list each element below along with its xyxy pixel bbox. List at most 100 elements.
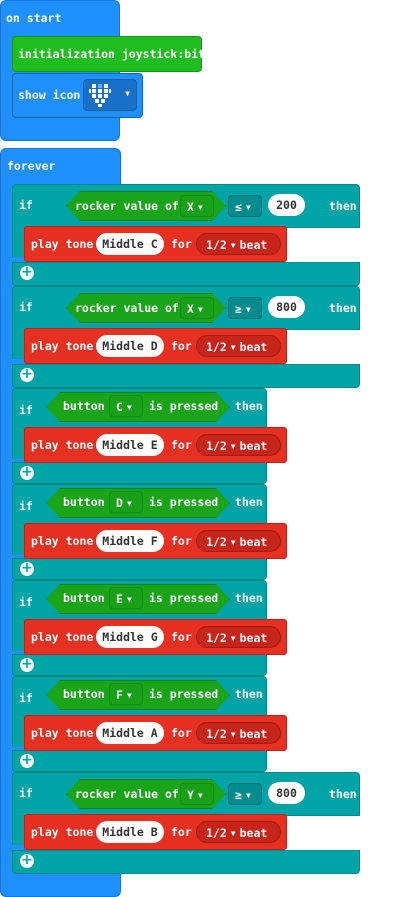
if-block-footer: [12, 654, 267, 676]
button-value: E: [116, 592, 123, 606]
button-value: C: [116, 400, 123, 414]
chevron-down-icon: ▼: [126, 499, 132, 508]
play-tone-label: play tone: [31, 438, 94, 452]
operator-value: ≤: [235, 200, 242, 214]
beat-value: 1/2: [206, 340, 227, 354]
beat-dropdown[interactable]: 1/2 ▼ beat: [196, 821, 281, 843]
if-block-footer: [12, 558, 267, 580]
if-label: if: [19, 691, 33, 705]
chevron-down-icon: ▼: [245, 791, 251, 800]
if-block-arm: [12, 719, 24, 747]
note-input[interactable]: Middle B: [96, 821, 164, 843]
play-tone-label: play tone: [31, 339, 94, 353]
button-label: button: [63, 591, 105, 605]
beat-dropdown[interactable]: 1/2 ▼ beat: [196, 434, 281, 456]
threshold-input[interactable]: 200: [268, 194, 305, 216]
threshold-input[interactable]: 800: [268, 782, 305, 804]
chevron-down-icon: ▼: [126, 403, 132, 412]
if-block-arm: [12, 431, 24, 459]
beat-value: 1/2: [206, 535, 227, 549]
button-dropdown[interactable]: D ▼: [109, 491, 143, 513]
add-else-icon[interactable]: +: [20, 657, 34, 672]
is-pressed-label: is pressed: [149, 399, 219, 413]
add-else-icon[interactable]: +: [20, 465, 34, 480]
icon-picker[interactable]: ▼: [83, 79, 137, 111]
for-label: for: [171, 339, 192, 353]
init-joystick-label: initialization joystick:bit: [18, 47, 205, 61]
rocker-value-label: rocker value of: [75, 787, 179, 801]
if-label: if: [19, 499, 33, 513]
then-label: then: [235, 399, 263, 413]
show-icon-label: show icon: [18, 88, 81, 102]
operator-dropdown[interactable]: ≤ ▼: [228, 195, 262, 217]
beat-value: 1/2: [206, 727, 227, 741]
beat-dropdown[interactable]: 1/2 ▼ beat: [196, 530, 281, 552]
chevron-down-icon: ▼: [230, 442, 236, 451]
rocker-value-label: rocker value of: [75, 199, 179, 213]
add-else-icon[interactable]: +: [20, 753, 34, 768]
operator-dropdown[interactable]: ≥ ▼: [228, 297, 262, 319]
button-dropdown[interactable]: F ▼: [109, 683, 143, 705]
operator-dropdown[interactable]: ≥ ▼: [228, 783, 262, 805]
note-input[interactable]: Middle D: [96, 335, 164, 357]
threshold-input[interactable]: 800: [268, 296, 305, 318]
rocker-value-label: rocker value of: [75, 301, 179, 315]
chevron-down-icon: ▼: [197, 305, 203, 314]
chevron-down-icon: ▼: [230, 730, 236, 739]
beat-unit: beat: [239, 826, 268, 840]
chevron-down-icon: ▼: [230, 241, 236, 250]
if-label: if: [19, 786, 33, 800]
if-block-arm: [12, 527, 24, 555]
add-else-icon[interactable]: +: [20, 561, 34, 576]
axis-dropdown[interactable]: X ▼: [180, 297, 214, 319]
button-label: button: [63, 687, 105, 701]
note-input[interactable]: Middle E: [96, 434, 164, 456]
is-pressed-label: is pressed: [149, 495, 219, 509]
chevron-down-icon: ▼: [197, 203, 203, 212]
note-input[interactable]: Middle C: [96, 233, 164, 255]
axis-value: Y: [187, 788, 194, 802]
chevron-down-icon: ▼: [230, 634, 236, 643]
then-label: then: [329, 199, 357, 213]
forever-label: forever: [7, 159, 56, 173]
button-dropdown[interactable]: C ▼: [109, 395, 143, 417]
if-block-arm: [12, 623, 24, 651]
beat-dropdown[interactable]: 1/2 ▼ beat: [196, 233, 281, 255]
for-label: for: [171, 438, 192, 452]
chevron-down-icon: ▼: [126, 691, 132, 700]
if-block-arm: [12, 815, 24, 845]
beat-dropdown[interactable]: 1/2 ▼ beat: [196, 626, 281, 648]
chevron-down-icon: ▼: [197, 791, 203, 800]
beat-dropdown[interactable]: 1/2 ▼ beat: [196, 722, 281, 744]
add-else-icon[interactable]: +: [20, 853, 34, 868]
play-tone-label: play tone: [31, 237, 94, 251]
then-label: then: [329, 301, 357, 315]
if-label: if: [19, 595, 33, 609]
if-label: if: [19, 198, 33, 212]
if-block-footer: [12, 364, 360, 388]
if-block-footer: [12, 462, 267, 484]
beat-dropdown[interactable]: 1/2 ▼ beat: [196, 335, 281, 357]
axis-dropdown[interactable]: X ▼: [180, 195, 214, 217]
add-else-icon[interactable]: +: [20, 367, 34, 382]
axis-value: X: [187, 302, 194, 316]
if-label: if: [19, 403, 33, 417]
play-tone-label: play tone: [31, 726, 94, 740]
beat-value: 1/2: [206, 826, 227, 840]
note-input[interactable]: Middle G: [96, 626, 164, 648]
add-else-icon[interactable]: +: [20, 265, 34, 280]
is-pressed-label: is pressed: [149, 591, 219, 605]
axis-dropdown[interactable]: Y ▼: [180, 783, 214, 805]
for-label: for: [171, 534, 192, 548]
on-start-label: on start: [6, 11, 62, 25]
if-block-arm: [12, 227, 24, 257]
button-dropdown[interactable]: E ▼: [109, 587, 143, 609]
if-label: if: [19, 300, 33, 314]
is-pressed-label: is pressed: [149, 687, 219, 701]
button-label: button: [63, 495, 105, 509]
chevron-down-icon: ▼: [245, 305, 251, 314]
play-tone-label: play tone: [31, 825, 94, 839]
beat-value: 1/2: [206, 439, 227, 453]
note-input[interactable]: Middle F: [96, 530, 164, 552]
note-input[interactable]: Middle A: [96, 722, 164, 744]
